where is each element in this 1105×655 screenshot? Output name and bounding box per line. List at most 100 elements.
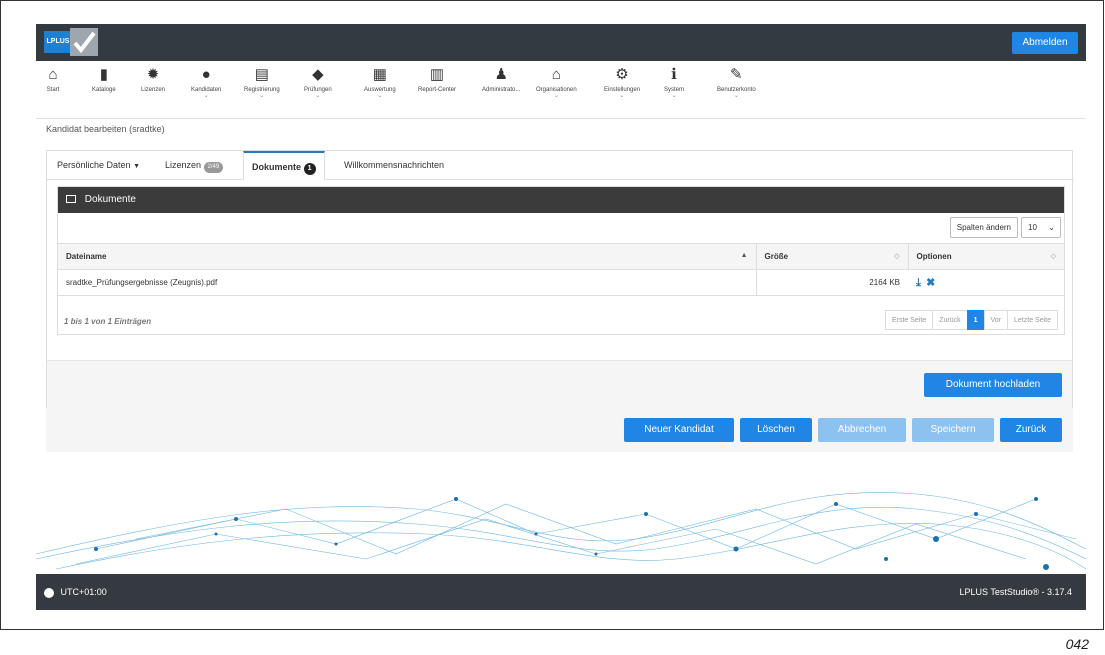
- breadcrumb: Kandidat bearbeiten (sradtke): [46, 124, 165, 134]
- save-button[interactable]: Speichern: [912, 418, 994, 442]
- tab-licenses-label: Lizenzen: [165, 160, 202, 170]
- tab-welcome-label: Willkommensnachrichten: [344, 160, 445, 170]
- table-row: sradtke_Prüfungsergebnisse (Zeugnis).pdf…: [58, 269, 1064, 296]
- table-icon: [66, 195, 76, 204]
- chevron-down-icon: ⌄: [315, 93, 321, 99]
- sort-icon: ◇: [1050, 253, 1056, 260]
- top-bar: LPLUS Abmelden: [36, 24, 1086, 61]
- upload-bar: Dokument hochladen: [47, 360, 1072, 408]
- globe-icon: [44, 587, 54, 598]
- logo-text: LPLUS: [44, 31, 72, 53]
- pager-first[interactable]: Erste Seite: [884, 310, 934, 330]
- book-icon: ▮: [99, 66, 108, 83]
- timezone-label: UTC+01:00: [60, 587, 107, 597]
- nav-item-einstellungen[interactable]: ⚙ Einstellungen ⌄: [604, 66, 640, 100]
- nav-item-start[interactable]: ⌂ Start: [44, 66, 62, 94]
- lplus-logo[interactable]: LPLUS: [44, 28, 104, 56]
- upload-document-button[interactable]: Dokument hochladen: [924, 373, 1062, 397]
- back-button[interactable]: Zurück: [1000, 418, 1062, 442]
- tab-welcome-messages[interactable]: Willkommensnachrichten: [344, 151, 444, 180]
- pager-prev[interactable]: Zurück: [932, 310, 968, 330]
- documents-panel: Dokumente Spalten ändern 10 ⌄ Dateiname …: [57, 186, 1065, 335]
- size-cell: 2164 KB: [755, 269, 908, 296]
- chevron-down-icon: ⌄: [733, 93, 739, 99]
- column-header-options[interactable]: Optionen ◇: [907, 243, 1064, 270]
- column-filename-label: Dateiname: [66, 252, 107, 261]
- nav-item-prüfungen[interactable]: ◆ Prüfungen ⌄: [304, 66, 332, 100]
- documents-panel-title: Dokumente: [84, 194, 136, 205]
- home-icon: ⌂: [48, 66, 58, 83]
- nav-item-label: Report-Center: [418, 87, 457, 93]
- institution-icon: ⌂: [551, 66, 561, 83]
- certificate-icon: ✹: [146, 66, 160, 83]
- chevron-down-icon: ▼: [133, 163, 140, 170]
- column-options-label: Optionen: [916, 252, 952, 261]
- tab-personal-data[interactable]: Persönliche Daten ▼: [57, 151, 140, 180]
- nav-item-auswertung[interactable]: ▦ Auswertung ⌄: [364, 66, 396, 100]
- column-size-label: Größe: [764, 252, 789, 261]
- pagination: Erste Seite Zurück 1 Vor Letzte Seite: [884, 310, 1058, 330]
- change-columns-button[interactable]: Spalten ändern: [949, 217, 1018, 238]
- nav-item-kandidaten[interactable]: ● Kandidaten ⌄: [191, 67, 221, 100]
- documents-count-badge: 1: [303, 163, 316, 175]
- nav-item-registrierung[interactable]: ▤ Registrierung ⌄: [244, 66, 280, 100]
- chevron-down-icon: ⌄: [259, 93, 265, 99]
- admin-users-icon: ♟: [494, 66, 508, 83]
- cancel-button[interactable]: Abbrechen: [818, 418, 906, 442]
- sort-asc-icon: ▲: [740, 252, 748, 259]
- licenses-count-badge: 2/49: [203, 162, 224, 173]
- nav-item-label: Start: [46, 87, 60, 93]
- page-size-value: 10: [1028, 223, 1037, 232]
- chevron-down-icon: ⌄: [553, 93, 559, 99]
- nav-item-label: Lizenzen: [141, 87, 166, 93]
- documents-table: Dateiname ▲ Größe ◇ Optionen ◇ sradtke_P…: [58, 243, 1064, 296]
- tab-documents[interactable]: Dokumente 1: [243, 151, 325, 180]
- footer-bar: UTC+01:00 LPLUS TestStudio® - 3.17.4: [36, 574, 1086, 610]
- graduation-cap-icon: ◆: [312, 66, 324, 83]
- chevron-down-icon: ⌄: [203, 93, 209, 99]
- pager-current-page[interactable]: 1: [966, 310, 985, 330]
- table-toolbar: Spalten ändern 10 ⌄: [58, 213, 1064, 243]
- options-cell: ⤓ ✖: [908, 269, 1064, 296]
- cogs-icon: ⚙: [615, 66, 629, 83]
- nav-item-benutzerkonto[interactable]: ✎ Benutzerkonto ⌄: [717, 66, 756, 100]
- column-header-filename[interactable]: Dateiname ▲: [58, 243, 756, 270]
- chevron-down-icon: ⌄: [619, 93, 625, 99]
- chevron-down-icon: ⌄: [671, 93, 677, 99]
- main-nav: ⌂ Start ▮ Kataloge ✹ Lizenzen ● Kandidaten ⌄ ▤ Reg…: [36, 61, 1086, 119]
- nav-item-kataloge[interactable]: ▮ Kataloge: [92, 66, 116, 94]
- nav-item-label: Administrato...: [482, 87, 521, 93]
- column-header-size[interactable]: Größe ◇: [755, 243, 908, 270]
- tab-documents-label: Dokumente: [252, 162, 302, 172]
- nav-item-system[interactable]: ℹ System ⌄: [664, 66, 684, 100]
- wrench-icon: ✎: [730, 66, 743, 83]
- network-wave-graphic: [36, 492, 1086, 570]
- info-icon: ℹ: [671, 66, 677, 83]
- chevron-down-icon: ⌄: [1048, 223, 1055, 232]
- tab-bar: Persönliche Daten ▼ Lizenzen 2/49 Dokume…: [47, 151, 1074, 180]
- nav-item-report-center[interactable]: ▥ Report-Center: [418, 66, 457, 94]
- delete-button[interactable]: Löschen: [740, 418, 812, 442]
- entries-info: 1 bis 1 von 1 Einträgen: [64, 317, 152, 326]
- new-candidate-button[interactable]: Neuer Kandidat: [624, 418, 734, 442]
- pager-next[interactable]: Vor: [983, 310, 1009, 330]
- delete-icon[interactable]: ✖: [926, 277, 935, 289]
- bar-chart-icon: ▥: [429, 66, 445, 83]
- checkmark-icon: [70, 28, 98, 56]
- logout-button[interactable]: Abmelden: [1012, 32, 1078, 54]
- nav-item-administrato[interactable]: ♟ Administrato...: [482, 66, 521, 94]
- page-size-select[interactable]: 10 ⌄: [1021, 217, 1061, 238]
- tab-personal-label: Persönliche Daten: [57, 160, 131, 170]
- nav-item-organisationen[interactable]: ⌂ Organisationen ⌄: [536, 66, 577, 100]
- nav-item-label: Kataloge: [92, 87, 116, 93]
- download-icon[interactable]: ⤓: [916, 277, 921, 289]
- action-bar: Neuer Kandidat Löschen Abbrechen Speiche…: [46, 408, 1073, 452]
- candidate-card: Persönliche Daten ▼ Lizenzen 2/49 Dokume…: [46, 150, 1074, 408]
- page-number: 042: [1065, 636, 1089, 652]
- nav-item-lizenzen[interactable]: ✹ Lizenzen: [141, 66, 166, 94]
- id-card-icon: ▤: [254, 66, 269, 83]
- table-icon: ▦: [372, 66, 387, 83]
- pager-last[interactable]: Letzte Seite: [1007, 310, 1058, 330]
- tab-licenses[interactable]: Lizenzen 2/49: [165, 151, 224, 180]
- version-label: LPLUS TestStudio® - 3.17.4: [959, 587, 1072, 597]
